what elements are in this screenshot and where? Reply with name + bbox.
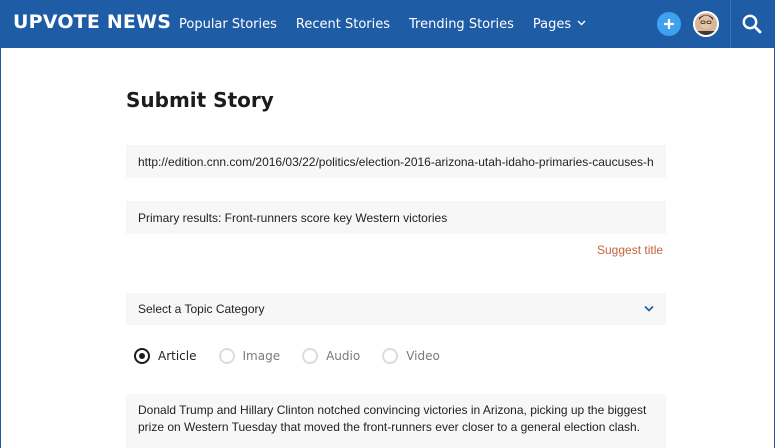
radio-label: Image [242, 349, 281, 363]
story-title-input[interactable]: Primary results: Front-runners score key… [126, 201, 666, 234]
radio-label: Video [406, 349, 440, 363]
page-title: Submit Story [126, 88, 274, 112]
search-button[interactable] [741, 13, 763, 35]
topic-category-value: Select a Topic Category [138, 302, 265, 316]
story-url-input[interactable]: http://edition.cnn.com/2016/03/22/politi… [126, 145, 666, 178]
radio-label: Article [158, 349, 197, 363]
radio-video[interactable]: Video [382, 348, 440, 364]
chevron-down-icon [577, 19, 586, 29]
nav-popular-stories[interactable]: Popular Stories [179, 17, 277, 32]
header-divider [730, 0, 731, 48]
add-story-button[interactable] [657, 12, 681, 36]
nav-pages-dropdown[interactable]: Pages [533, 17, 586, 32]
top-navigation-bar: UPVOTE NEWS Popular Stories Recent Stori… [1, 0, 775, 48]
radio-button[interactable] [382, 348, 399, 364]
radio-audio[interactable]: Audio [302, 348, 360, 364]
post-type-radio-group: Article Image Audio Video [134, 348, 462, 364]
topic-category-select[interactable]: Select a Topic Category [126, 293, 666, 325]
radio-button[interactable] [218, 348, 235, 364]
site-logo[interactable]: UPVOTE NEWS [13, 11, 171, 33]
main-nav: Popular Stories Recent Stories Trending … [179, 0, 605, 48]
story-description-textarea[interactable]: Donald Trump and Hillary Clinton notched… [126, 394, 666, 448]
user-avatar[interactable] [693, 11, 719, 37]
suggest-title-link[interactable]: Suggest title [597, 243, 663, 257]
radio-button[interactable] [302, 348, 319, 364]
radio-button[interactable] [134, 348, 150, 364]
radio-image[interactable]: Image [218, 348, 281, 364]
radio-label: Audio [326, 349, 361, 363]
plus-icon [664, 19, 674, 29]
radio-article[interactable]: Article [134, 348, 197, 364]
nav-trending-stories[interactable]: Trending Stories [409, 17, 514, 32]
nav-recent-stories[interactable]: Recent Stories [296, 17, 390, 32]
chevron-down-icon [644, 304, 654, 315]
search-icon [742, 14, 762, 34]
